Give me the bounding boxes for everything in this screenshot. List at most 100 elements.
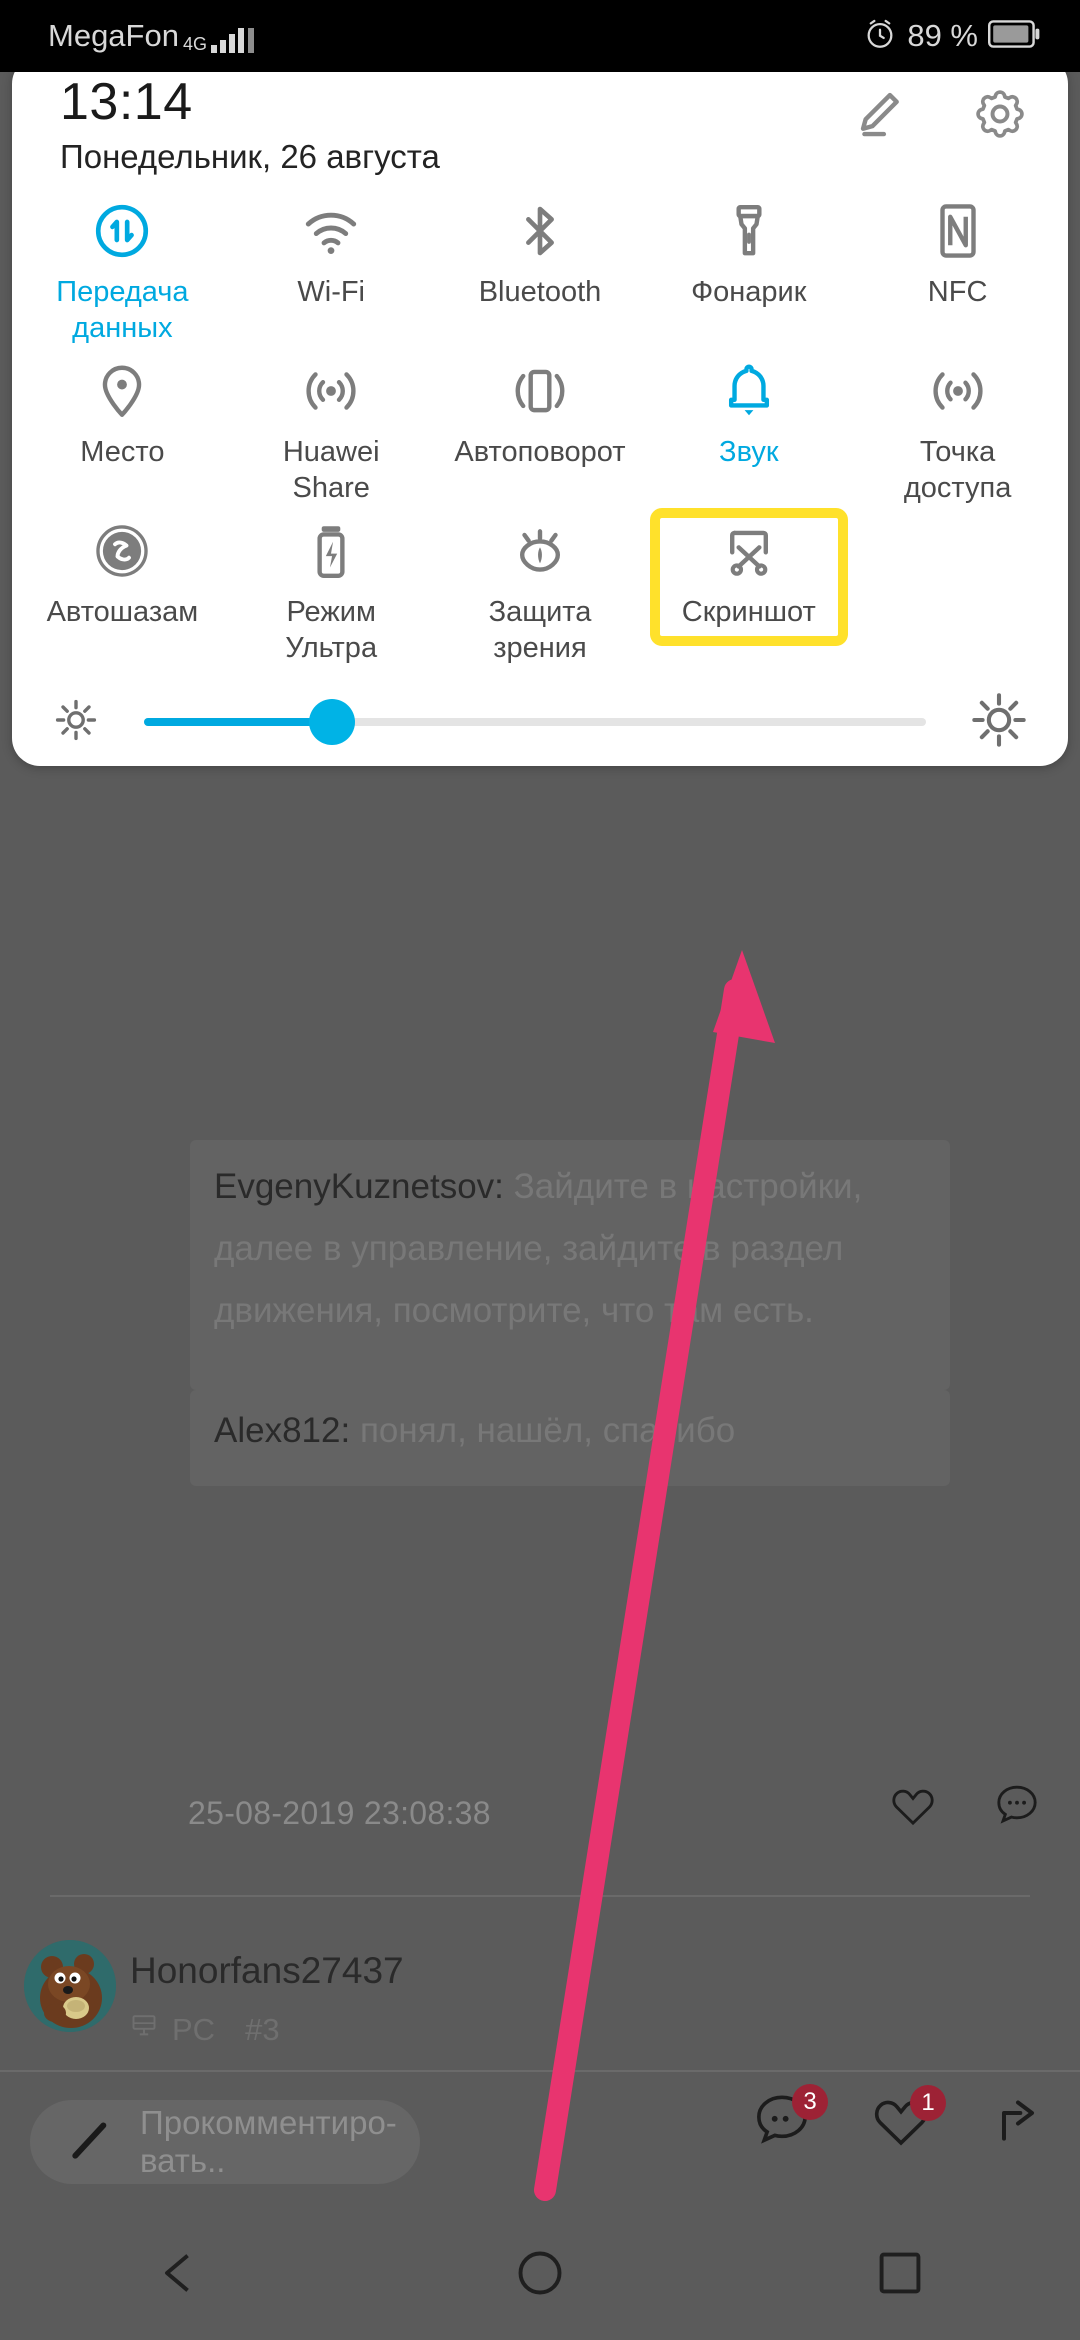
- quick-toggle-grid: Передача данных Wi-Fi Bluetooth Фонарик …: [12, 186, 1068, 666]
- status-bar-right: 89 %: [863, 17, 1040, 56]
- bell-sound-icon: [718, 360, 780, 422]
- post-number-2: #3: [245, 2012, 280, 2047]
- system-navigation-bar: [0, 2210, 1080, 2340]
- date-label: Понедельник, 26 августа: [60, 138, 440, 175]
- carrier-name: MegaFon: [48, 18, 179, 53]
- toggle-eye-comfort[interactable]: Защита зрения: [436, 506, 645, 666]
- toggle-huawei-share[interactable]: Huawei Share: [227, 346, 436, 506]
- toggle-label: Передача данных: [56, 276, 189, 344]
- quote-line-2: Alex812: понял, нашёл, спасибо: [214, 1400, 926, 1462]
- panel-header-actions: [850, 86, 1028, 147]
- quote-text-2: понял, нашёл, спасибо: [350, 1411, 736, 1450]
- network-type-label: 4G: [182, 34, 207, 54]
- toggle-row-2: Место Huawei Share Автоповорот Звук Точк…: [18, 346, 1062, 506]
- status-bar: MegaFon 4G 89 %: [0, 0, 1080, 72]
- brightness-slider-row: [12, 666, 1068, 766]
- avatar[interactable]: [24, 1940, 116, 2032]
- toggle-ultra-mode[interactable]: Режим Ультра: [227, 506, 436, 666]
- bar-actions: 3 1: [752, 2084, 1046, 2153]
- nav-recents-square-icon[interactable]: [874, 2247, 926, 2304]
- battery-percentage: 89 %: [907, 18, 978, 53]
- battery-icon: [988, 19, 1040, 53]
- toggle-mobile-data[interactable]: Передача данных: [18, 186, 227, 346]
- wifi-icon: [300, 200, 362, 262]
- toggle-location[interactable]: Место: [18, 346, 227, 506]
- comment-placeholder: Прокомментиро-вать..: [140, 2104, 397, 2179]
- toggle-auto-shazam[interactable]: Автошазам: [18, 506, 227, 666]
- brightness-slider-thumb[interactable]: [308, 699, 355, 745]
- toggle-row-1: Передача данных Wi-Fi Bluetooth Фонарик …: [18, 186, 1062, 346]
- shazam-icon: [91, 520, 153, 582]
- comment-count-badge: 3: [792, 2084, 828, 2120]
- brightness-low-icon: [52, 696, 100, 749]
- toggle-auto-rotate[interactable]: Автоповорот: [436, 346, 645, 506]
- toggle-label: Автоповорот: [454, 436, 626, 468]
- mobile-data-icon: [91, 200, 153, 262]
- toggle-nfc[interactable]: NFC: [853, 186, 1062, 346]
- gear-icon[interactable]: [972, 86, 1028, 147]
- pen-icon: [64, 2113, 118, 2172]
- alarm-icon: [863, 17, 897, 56]
- screenshot-scissors-icon: [718, 520, 780, 582]
- toggle-label: NFC: [927, 276, 988, 308]
- pc-monitor-icon: [130, 2012, 158, 2048]
- quick-settings-panel: 13:14 Понедельник, 26 августа Передача д…: [12, 56, 1068, 766]
- toggle-row-3: Автошазам Режим Ультра Защита зрения Скр…: [18, 506, 1062, 666]
- brightness-slider-fill: [144, 718, 332, 726]
- toggle-label: Режим Ультра: [285, 596, 378, 664]
- status-bar-left: MegaFon 4G: [48, 19, 254, 53]
- pencil-edit-icon[interactable]: [850, 86, 906, 147]
- toggle-flashlight[interactable]: Фонарик: [644, 186, 853, 346]
- toggle-sound[interactable]: Звук: [644, 346, 853, 506]
- like-count-badge: 1: [910, 2085, 946, 2121]
- toggle-label: Точка доступа: [903, 436, 1012, 504]
- comment-bubble-icon[interactable]: 3: [752, 2084, 828, 2153]
- nav-home-circle-icon[interactable]: [514, 2247, 566, 2304]
- ultra-battery-icon: [300, 520, 362, 582]
- toggle-hotspot[interactable]: Точка доступа: [853, 346, 1062, 506]
- eye-comfort-icon: [509, 520, 571, 582]
- toggle-label: Место: [80, 436, 165, 468]
- toggle-screenshot[interactable]: Скриншот: [644, 506, 853, 666]
- hotspot-icon: [927, 360, 989, 422]
- comment-bubble-icon[interactable]: [994, 1783, 1040, 1827]
- post-meta-1: 25-08-2019 23:08:38: [0, 1785, 1080, 1855]
- quote-block-1: EvgenyKuznetsov: Зайдите в настройки, да…: [190, 1140, 950, 1390]
- quote-block-2: Alex812: понял, нашёл, спасибо: [190, 1390, 950, 1486]
- post-subinfo-2: PC #3: [130, 2012, 280, 2048]
- brightness-slider[interactable]: [144, 699, 926, 745]
- signal-bars-icon: [210, 27, 244, 53]
- clock: 13:14: [60, 73, 193, 131]
- location-pin-icon: [91, 360, 153, 422]
- post-author-2[interactable]: Honorfans27437: [130, 1950, 404, 1992]
- toggle-label: Автошазам: [46, 596, 199, 628]
- brightness-high-icon: [970, 691, 1028, 754]
- heart-icon[interactable]: 1: [872, 2085, 946, 2152]
- signal-bars-icon-secondary: [247, 27, 254, 53]
- toggle-label: Защита зрения: [488, 596, 592, 664]
- huawei-share-icon: [300, 360, 362, 422]
- toggle-bluetooth[interactable]: Bluetooth: [436, 186, 645, 346]
- toggle-label: Скриншот: [681, 596, 816, 628]
- toggle-label: Wi-Fi: [297, 276, 366, 308]
- heart-icon[interactable]: [890, 1784, 936, 1826]
- comment-input[interactable]: Прокомментиро-вать..: [30, 2100, 420, 2184]
- quote-user-1: EvgenyKuznetsov:: [214, 1167, 504, 1206]
- toggle-label: Фонарик: [691, 276, 807, 308]
- toggle-label: Звук: [719, 436, 779, 468]
- post-header-2: Honorfans27437 PC #3: [0, 1940, 1080, 2050]
- toggle-empty-slot: [853, 506, 1062, 666]
- bluetooth-off-icon: [509, 200, 571, 262]
- thread-divider: [50, 1895, 1030, 1897]
- panel-header: 13:14 Понедельник, 26 августа: [12, 56, 1068, 186]
- toggle-wifi[interactable]: Wi-Fi: [227, 186, 436, 346]
- nfc-icon: [927, 200, 989, 262]
- flashlight-icon: [718, 200, 780, 262]
- nav-back-triangle-icon[interactable]: [154, 2247, 206, 2304]
- quote-line-1: EvgenyKuznetsov: Зайдите в настройки, да…: [214, 1156, 926, 1342]
- share-icon[interactable]: [990, 2092, 1046, 2153]
- auto-rotate-icon: [509, 360, 571, 422]
- post-device-2: PC: [172, 2012, 216, 2047]
- toggle-label: Huawei Share: [282, 436, 380, 504]
- comment-action-bar: Прокомментиро-вать.. 3 1: [0, 2070, 1080, 2210]
